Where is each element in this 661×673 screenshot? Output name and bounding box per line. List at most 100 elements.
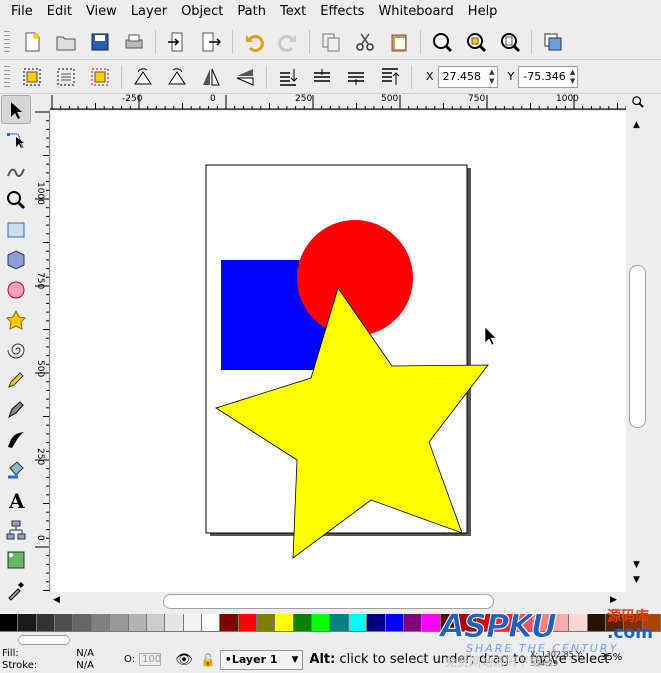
lower-button[interactable] [309, 64, 335, 90]
color-swatch[interactable] [605, 614, 625, 632]
menu-effects[interactable]: Effects [313, 0, 371, 24]
color-swatch[interactable] [165, 614, 184, 632]
color-swatch[interactable] [385, 614, 404, 632]
color-swatch[interactable] [348, 614, 368, 632]
color-swatch[interactable] [220, 614, 239, 632]
save-button[interactable] [87, 29, 113, 55]
rotate-cw-button[interactable] [164, 64, 190, 90]
raise-to-top-button[interactable] [377, 64, 403, 90]
color-swatch[interactable] [293, 614, 313, 632]
drawing-svg[interactable] [51, 111, 626, 592]
new-document-button[interactable] [19, 29, 45, 55]
pen-tool[interactable] [1, 395, 31, 424]
color-swatch[interactable] [495, 614, 515, 632]
palette-scrollbar[interactable] [0, 634, 661, 646]
redo-button[interactable] [275, 29, 301, 55]
color-swatch[interactable] [587, 614, 606, 632]
color-swatch[interactable] [91, 614, 111, 632]
x-input[interactable]: 27.458 ▲ ▼ [437, 65, 498, 88]
color-swatch[interactable] [422, 614, 441, 632]
color-swatch[interactable] [330, 614, 349, 632]
zoom-corner-button[interactable] [628, 94, 648, 110]
horizontal-scroll-thumb[interactable] [163, 594, 494, 609]
scroll-left-icon[interactable]: ◀ [53, 595, 60, 605]
ellipse-tool[interactable] [1, 275, 31, 304]
menu-layer[interactable]: Layer [124, 0, 174, 24]
scroll-up-icon[interactable]: ▲ [633, 120, 640, 130]
zoom-tool[interactable] [1, 185, 31, 214]
opacity-input[interactable]: 100 [139, 653, 162, 666]
menu-file[interactable]: File [4, 0, 40, 24]
scroll-down-icon[interactable]: ▼ [633, 560, 640, 570]
color-swatch[interactable] [36, 614, 56, 632]
duplicate-window-button[interactable] [540, 29, 566, 55]
color-swatch[interactable] [18, 614, 37, 632]
color-swatch[interactable] [201, 614, 221, 632]
menu-whiteboard[interactable]: Whiteboard [371, 0, 460, 24]
gradient-tool[interactable] [1, 545, 31, 574]
color-swatch[interactable] [312, 614, 331, 632]
layer-dropdown[interactable]: •Layer 1 ▼ [219, 649, 304, 670]
toolbar-grip[interactable] [4, 65, 10, 88]
dropper-tool[interactable] [1, 575, 31, 604]
rotate-ccw-button[interactable] [130, 64, 156, 90]
menu-path[interactable]: Path [230, 0, 273, 24]
scroll-down-icon[interactable]: ▼ [633, 575, 640, 585]
select-all-button[interactable] [19, 64, 45, 90]
color-swatch[interactable] [532, 614, 551, 632]
color-swatch[interactable] [440, 614, 459, 632]
zoom-value[interactable]: 35% [600, 652, 622, 663]
eye-icon[interactable]: 👁 [175, 652, 193, 668]
paint-bucket-tool[interactable] [1, 455, 31, 484]
color-swatch[interactable] [146, 614, 166, 632]
color-swatch[interactable] [275, 614, 294, 632]
tweak-tool[interactable] [1, 155, 31, 184]
spin-arrows-icon[interactable]: ▲ ▼ [570, 68, 575, 86]
color-swatch[interactable] [183, 614, 202, 632]
color-swatch[interactable] [238, 614, 258, 632]
text-tool[interactable]: A [1, 485, 31, 514]
color-swatch[interactable] [642, 614, 661, 632]
zoom-selection-button[interactable] [429, 29, 455, 55]
color-swatch[interactable] [0, 614, 19, 632]
copy-button[interactable] [318, 29, 344, 55]
lock-icon[interactable]: 🔓 [201, 653, 216, 667]
color-swatch[interactable] [128, 614, 147, 632]
horizontal-scrollbar[interactable]: ◀ ▶ [50, 592, 627, 612]
color-swatch[interactable] [110, 614, 129, 632]
menu-view[interactable]: View [79, 0, 124, 24]
palette-scroll-thumb[interactable] [18, 635, 70, 645]
fill-stroke-indicator[interactable]: Fill: N/A Stroke: N/A [0, 648, 100, 672]
flip-horizontal-button[interactable] [198, 64, 224, 90]
raise-button[interactable] [343, 64, 369, 90]
spiral-tool[interactable] [1, 335, 31, 364]
zoom-page-button[interactable] [497, 29, 523, 55]
color-swatch[interactable] [550, 614, 570, 632]
lower-to-bottom-button[interactable] [275, 64, 301, 90]
color-swatch[interactable] [477, 614, 496, 632]
pencil-tool[interactable] [1, 365, 31, 394]
menu-object[interactable]: Object [174, 0, 230, 24]
undo-button[interactable] [241, 29, 267, 55]
menu-text[interactable]: Text [273, 0, 313, 24]
drawing-canvas[interactable] [51, 111, 626, 592]
calligraphy-tool[interactable] [1, 425, 31, 454]
menu-help[interactable]: Help [461, 0, 505, 24]
export-button[interactable] [198, 29, 224, 55]
deselect-button[interactable] [87, 64, 113, 90]
color-swatch[interactable] [257, 614, 276, 632]
toolbar-grip[interactable] [4, 30, 10, 53]
color-swatch[interactable] [367, 614, 386, 632]
menu-edit[interactable]: Edit [40, 0, 79, 24]
flip-vertical-button[interactable] [232, 64, 258, 90]
paste-button[interactable] [386, 29, 412, 55]
color-swatch[interactable] [403, 614, 423, 632]
cut-button[interactable] [352, 29, 378, 55]
star-tool[interactable] [1, 305, 31, 334]
color-swatch[interactable] [569, 614, 588, 632]
node-tool[interactable] [1, 125, 31, 154]
color-swatch[interactable] [624, 614, 643, 632]
zoom-drawing-button[interactable] [463, 29, 489, 55]
print-button[interactable] [121, 29, 147, 55]
scroll-right-icon[interactable]: ▶ [610, 595, 617, 605]
